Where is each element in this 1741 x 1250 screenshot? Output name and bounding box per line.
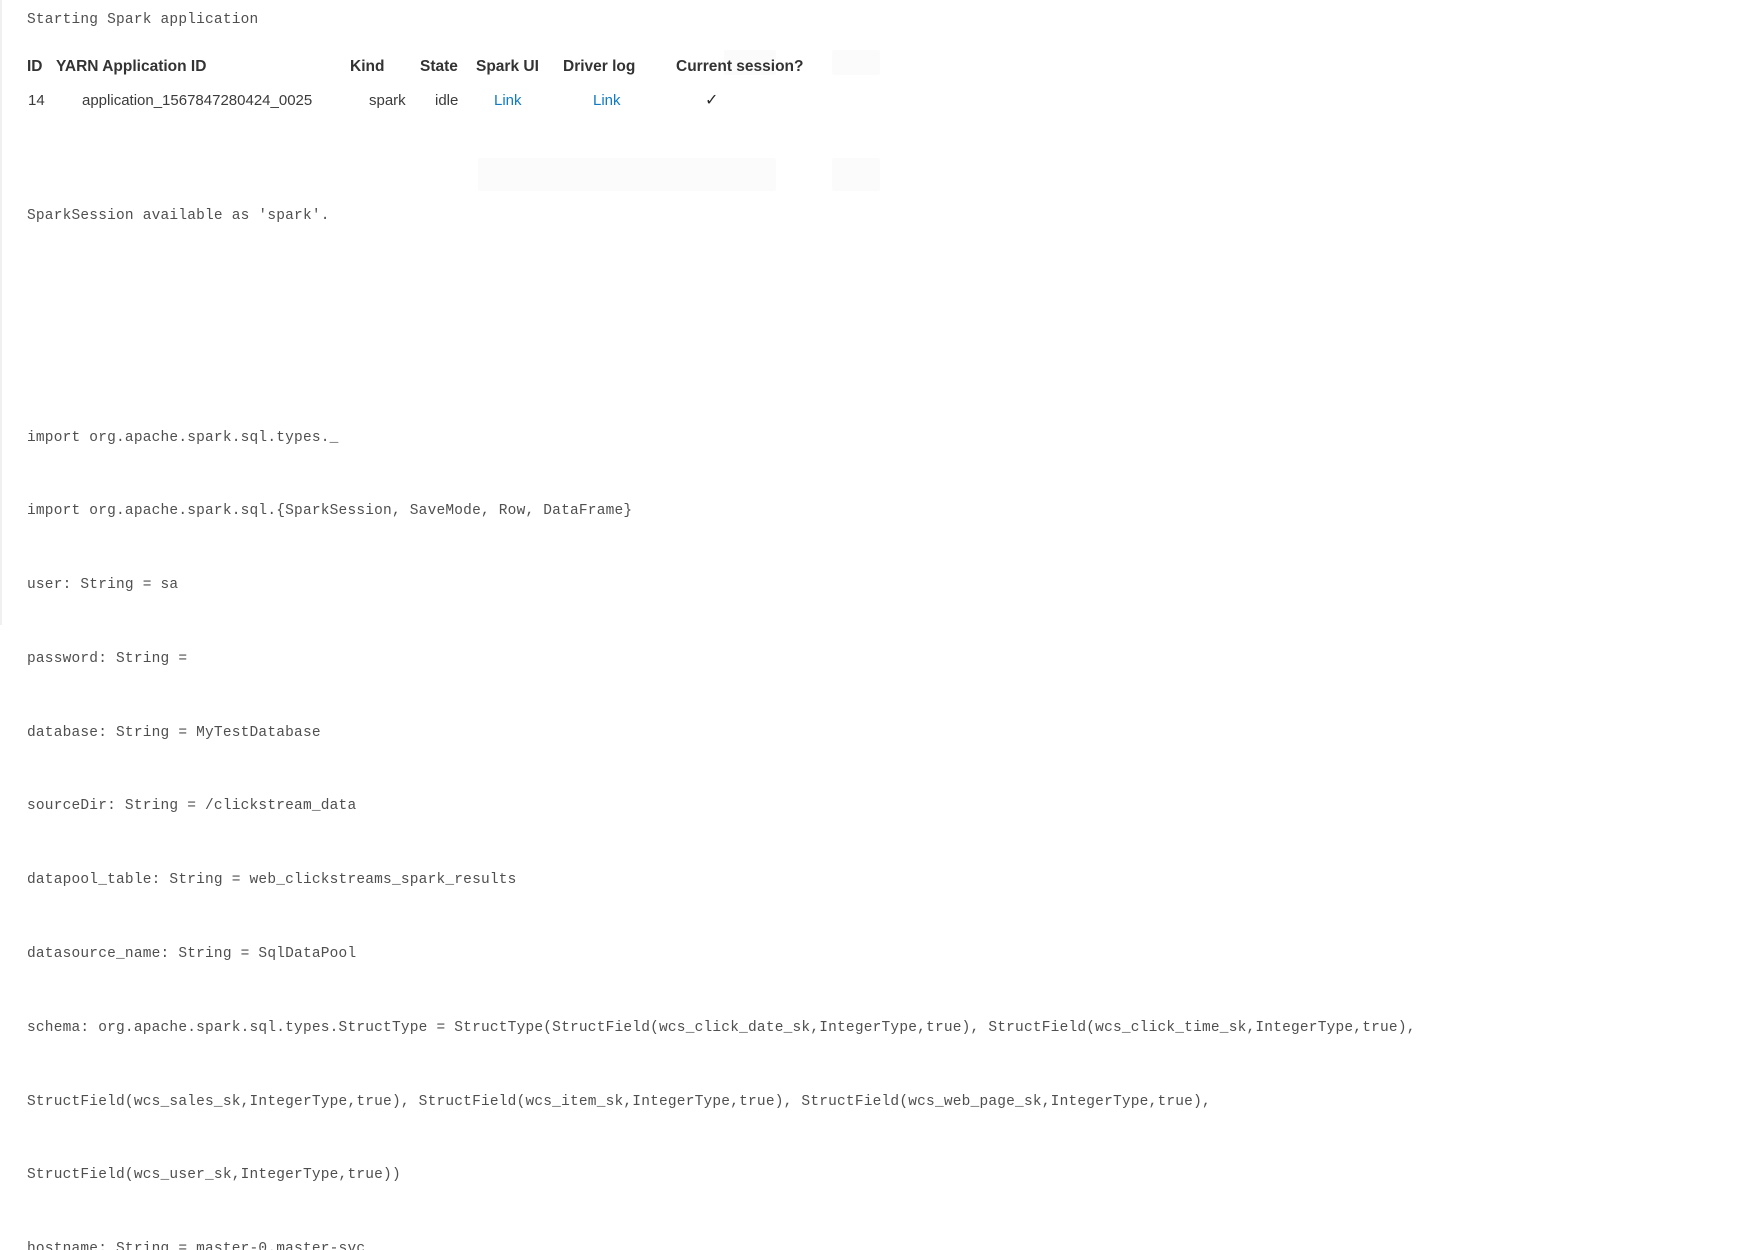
header-driver-log: Driver log <box>563 58 636 75</box>
repl-line-session-available: SparkSession available as 'spark'. <box>27 208 330 225</box>
repl-line-import-sql: import org.apache.spark.sql.{SparkSessio… <box>27 503 633 520</box>
repl-line-user: user: String = sa <box>27 577 179 594</box>
scala-repl-output: SparkSession available as 'spark'. impor… <box>27 155 1727 1250</box>
cell-state: idle <box>435 91 459 109</box>
cell-kind: spark <box>369 91 406 109</box>
spark-session-table: ID YARN Application ID Kind State Spark … <box>27 52 842 118</box>
header-spark-ui: Spark UI <box>476 58 539 75</box>
repl-blank-line <box>27 352 1727 377</box>
header-yarn-application-id: YARN Application ID <box>56 58 207 75</box>
cell-yarn-application-id: application_1567847280424_0025 <box>82 91 313 109</box>
cell-current-session: ✓ <box>676 82 842 118</box>
check-icon: ✓ <box>705 92 719 109</box>
repl-line-datasource-name: datasource_name: String = SqlDataPool <box>27 946 357 962</box>
repl-line-import-types: import org.apache.spark.sql.types._ <box>27 429 339 446</box>
cell-driver-log: Link <box>563 82 676 118</box>
header-id: ID <box>27 58 43 75</box>
repl-line-source-dir: sourceDir: String = /clickstream_data <box>27 798 357 815</box>
repl-line-hostname: hostname: String = master-0.master-svc <box>27 1241 366 1250</box>
header-kind: Kind <box>350 58 385 75</box>
repl-line-datapool-table: datapool_table: String = web_clickstream… <box>27 872 517 889</box>
repl-line-schema-part1: schema: org.apache.spark.sql.types.Struc… <box>27 1019 1416 1036</box>
cell-spark-ui: Link <box>476 82 563 118</box>
header-state: State <box>420 58 458 75</box>
repl-line-database: database: String = MyTestDatabase <box>27 724 321 741</box>
notebook-output-cell: Starting Spark application ID YARN Appli… <box>0 0 1741 1250</box>
table-header-row: ID YARN Application ID Kind State Spark … <box>27 52 842 82</box>
header-current-session: Current session? <box>676 58 804 75</box>
spark-status-line: Starting Spark application <box>27 12 259 28</box>
cell-id: 14 <box>28 91 45 109</box>
repl-line-schema-part3: StructField(wcs_user_sk,IntegerType,true… <box>27 1167 401 1184</box>
driver-log-link[interactable]: Link <box>593 92 621 109</box>
table-row: 14 application_1567847280424_0025 spark … <box>27 82 842 118</box>
spark-ui-link[interactable]: Link <box>494 92 522 109</box>
repl-line-password: password: String = <box>27 650 188 667</box>
repl-blank-line <box>27 278 1727 303</box>
repl-line-schema-part2: StructField(wcs_sales_sk,IntegerType,tru… <box>27 1093 1211 1110</box>
